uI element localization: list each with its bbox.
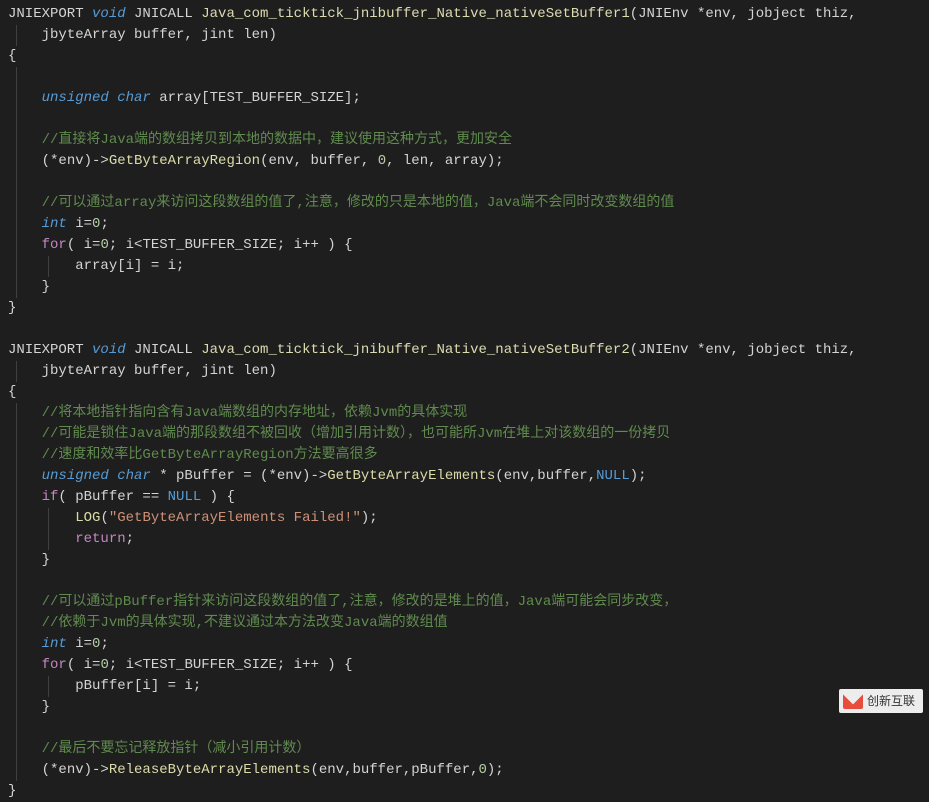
code-line[interactable]: //直接将Java端的数组拷贝到本地的数据中，建议使用这种方式，更加安全 bbox=[8, 130, 921, 151]
code-text: LOG("GetByteArrayElements Failed!"); bbox=[8, 510, 378, 526]
code-line[interactable]: unsigned char * pBuffer = (*env)->GetByt… bbox=[8, 466, 921, 487]
code-text bbox=[8, 321, 16, 337]
code-line[interactable]: array[i] = i; bbox=[8, 256, 921, 277]
code-line[interactable]: (*env)->GetByteArrayRegion(env, buffer, … bbox=[8, 151, 921, 172]
code-line[interactable]: for( i=0; i<TEST_BUFFER_SIZE; i++ ) { bbox=[8, 655, 921, 676]
code-text bbox=[8, 720, 50, 736]
code-text: //直接将Java端的数组拷贝到本地的数据中，建议使用这种方式，更加安全 bbox=[8, 132, 512, 148]
code-line[interactable]: unsigned char array[TEST_BUFFER_SIZE]; bbox=[8, 88, 921, 109]
code-text bbox=[8, 174, 50, 190]
code-text: for( i=0; i<TEST_BUFFER_SIZE; i++ ) { bbox=[8, 237, 352, 253]
code-editor[interactable]: JNIEXPORT void JNICALL Java_com_ticktick… bbox=[8, 4, 921, 802]
code-line[interactable]: int i=0; bbox=[8, 634, 921, 655]
code-line[interactable]: jbyteArray buffer, jint len) bbox=[8, 25, 921, 46]
code-line[interactable]: pBuffer[i] = i; bbox=[8, 676, 921, 697]
code-text: JNIEXPORT void JNICALL Java_com_ticktick… bbox=[8, 342, 865, 358]
code-text: jbyteArray buffer, jint len) bbox=[8, 363, 277, 379]
code-line[interactable] bbox=[8, 109, 921, 130]
code-line[interactable]: int i=0; bbox=[8, 214, 921, 235]
code-line[interactable]: //可以通过array来访问这段数组的值了,注意，修改的只是本地的值，Java端… bbox=[8, 193, 921, 214]
code-line[interactable]: //最后不要忘记释放指针（减小引用计数） bbox=[8, 739, 921, 760]
code-line[interactable] bbox=[8, 172, 921, 193]
code-line[interactable]: LOG("GetByteArrayElements Failed!"); bbox=[8, 508, 921, 529]
code-line[interactable]: } bbox=[8, 550, 921, 571]
code-text: int i=0; bbox=[8, 216, 109, 232]
code-text bbox=[8, 111, 50, 127]
code-line[interactable]: JNIEXPORT void JNICALL Java_com_ticktick… bbox=[8, 4, 921, 25]
code-line[interactable]: if( pBuffer == NULL ) { bbox=[8, 487, 921, 508]
code-line[interactable] bbox=[8, 319, 921, 340]
code-text bbox=[8, 573, 50, 589]
code-text: //可能是锁住Java端的那段数组不被回收（增加引用计数），也可能所Jvm在堆上… bbox=[8, 426, 670, 442]
code-text: //将本地指针指向含有Java端数组的内存地址，依赖Jvm的具体实现 bbox=[8, 405, 467, 421]
code-line[interactable]: //将本地指针指向含有Java端数组的内存地址，依赖Jvm的具体实现 bbox=[8, 403, 921, 424]
code-line[interactable]: { bbox=[8, 46, 921, 67]
code-text: { bbox=[8, 48, 16, 64]
code-text: pBuffer[i] = i; bbox=[8, 678, 201, 694]
code-line[interactable] bbox=[8, 571, 921, 592]
watermark-text: 创新互联 bbox=[867, 694, 915, 708]
code-text: } bbox=[8, 699, 50, 715]
code-line[interactable]: (*env)->ReleaseByteArrayElements(env,buf… bbox=[8, 760, 921, 781]
code-line[interactable] bbox=[8, 718, 921, 739]
code-text: int i=0; bbox=[8, 636, 109, 652]
code-text: jbyteArray buffer, jint len) bbox=[8, 27, 277, 43]
code-text: { bbox=[8, 384, 16, 400]
code-text: for( i=0; i<TEST_BUFFER_SIZE; i++ ) { bbox=[8, 657, 352, 673]
code-text: //可以通过pBuffer指针来访问这段数组的值了,注意，修改的是堆上的值，Ja… bbox=[8, 594, 677, 610]
code-text: //依赖于Jvm的具体实现,不建议通过本方法改变Java端的数组值 bbox=[8, 615, 448, 631]
code-text: JNIEXPORT void JNICALL Java_com_ticktick… bbox=[8, 6, 865, 22]
code-text: } bbox=[8, 552, 50, 568]
code-text: unsigned char * pBuffer = (*env)->GetByt… bbox=[8, 468, 647, 484]
code-text bbox=[8, 69, 50, 85]
watermark-badge: 创新互联 bbox=[839, 689, 923, 713]
code-line[interactable]: //可能是锁住Java端的那段数组不被回收（增加引用计数），也可能所Jvm在堆上… bbox=[8, 424, 921, 445]
code-text: (*env)->GetByteArrayRegion(env, buffer, … bbox=[8, 153, 504, 169]
code-text: unsigned char array[TEST_BUFFER_SIZE]; bbox=[8, 90, 361, 106]
code-text: //速度和效率比GetByteArrayRegion方法要高很多 bbox=[8, 447, 378, 463]
code-line[interactable]: } bbox=[8, 697, 921, 718]
code-text: } bbox=[8, 783, 16, 799]
code-line[interactable]: //依赖于Jvm的具体实现,不建议通过本方法改变Java端的数组值 bbox=[8, 613, 921, 634]
code-text: } bbox=[8, 300, 16, 316]
code-line[interactable]: jbyteArray buffer, jint len) bbox=[8, 361, 921, 382]
code-line[interactable]: } bbox=[8, 781, 921, 802]
code-line[interactable]: for( i=0; i<TEST_BUFFER_SIZE; i++ ) { bbox=[8, 235, 921, 256]
code-line[interactable]: { bbox=[8, 382, 921, 403]
code-text: array[i] = i; bbox=[8, 258, 184, 274]
code-line[interactable]: //可以通过pBuffer指针来访问这段数组的值了,注意，修改的是堆上的值，Ja… bbox=[8, 592, 921, 613]
code-line[interactable]: return; bbox=[8, 529, 921, 550]
code-line[interactable] bbox=[8, 67, 921, 88]
code-line[interactable]: } bbox=[8, 277, 921, 298]
code-text: return; bbox=[8, 531, 134, 547]
code-text: //最后不要忘记释放指针（减小引用计数） bbox=[8, 741, 310, 757]
code-text: } bbox=[8, 279, 50, 295]
code-text: //可以通过array来访问这段数组的值了,注意，修改的只是本地的值，Java端… bbox=[8, 195, 674, 211]
code-text: if( pBuffer == NULL ) { bbox=[8, 489, 235, 505]
code-line[interactable]: } bbox=[8, 298, 921, 319]
code-text: (*env)->ReleaseByteArrayElements(env,buf… bbox=[8, 762, 504, 778]
code-line[interactable]: //速度和效率比GetByteArrayRegion方法要高很多 bbox=[8, 445, 921, 466]
code-line[interactable]: JNIEXPORT void JNICALL Java_com_ticktick… bbox=[8, 340, 921, 361]
